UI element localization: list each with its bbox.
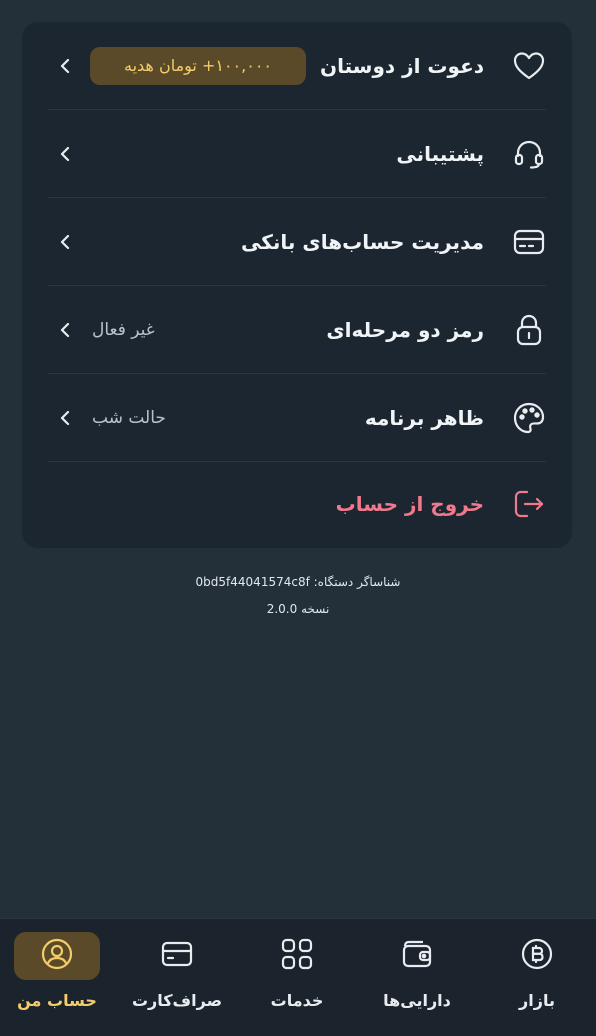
menu-item-label: ظاهر برنامه — [364, 405, 484, 430]
wallet-icon — [401, 940, 433, 972]
chevron-left-icon — [58, 146, 72, 161]
bottom-nav: حساب من صراف‌کارت — [0, 918, 596, 1036]
settings-card: دعوت از دوستان ۱۰۰,۰۰۰+ تومان هدیه پشتیب… — [22, 22, 572, 548]
nav-item-services[interactable]: خدمات — [242, 919, 352, 1019]
menu-item-label: مدیریت حساب‌های بانکی — [241, 229, 484, 254]
nav-label: صراف‌کارت — [131, 991, 223, 1010]
coin-icon — [521, 938, 553, 974]
nav-label: دارایی‌ها — [383, 991, 451, 1010]
user-circle-icon — [41, 938, 73, 974]
palette-icon — [512, 401, 546, 435]
menu-item-label: خروج از حساب — [335, 492, 484, 516]
card-icon — [161, 941, 193, 971]
menu-item-support[interactable]: پشتیبانی — [48, 110, 546, 198]
menu-item-label: پشتیبانی — [396, 141, 484, 166]
nav-item-market[interactable]: بازار — [482, 919, 592, 1019]
nav-item-saraf-card[interactable]: صراف‌کارت — [122, 919, 232, 1019]
nav-label: خدمات — [270, 991, 324, 1010]
app-version: نسخه 2.0.0 — [266, 602, 330, 616]
theme-value: حالت شب — [92, 407, 166, 428]
nav-icon-slot — [494, 932, 580, 980]
nav-icon-slot — [134, 932, 220, 980]
gift-badge: ۱۰۰,۰۰۰+ تومان هدیه — [90, 46, 306, 85]
nav-icon-slot — [374, 932, 460, 980]
account-page: دعوت از دوستان ۱۰۰,۰۰۰+ تومان هدیه پشتیب… — [0, 0, 596, 1036]
headset-icon — [512, 137, 546, 171]
menu-item-appearance[interactable]: ظاهر برنامه حالت شب — [48, 374, 546, 462]
nav-icon-slot — [254, 932, 340, 980]
chevron-left-icon — [58, 58, 72, 73]
nav-item-assets[interactable]: دارایی‌ها — [362, 919, 472, 1019]
two-factor-status: غیر فعال — [92, 319, 155, 340]
menu-item-invite[interactable]: دعوت از دوستان ۱۰۰,۰۰۰+ تومان هدیه — [48, 22, 546, 110]
nav-label: بازار — [519, 991, 555, 1010]
logout-icon — [512, 487, 546, 521]
chevron-left-icon — [58, 234, 72, 249]
menu-item-two-factor[interactable]: رمز دو مرحله‌ای غیر فعال — [48, 286, 546, 374]
nav-item-my-account[interactable]: حساب من — [2, 919, 112, 1019]
menu-item-label: دعوت از دوستان — [320, 53, 484, 78]
card-icon — [512, 225, 546, 259]
device-id: شناساگر دستگاه: 0bd5f44041574c8f — [195, 575, 401, 589]
lock-icon — [512, 313, 546, 347]
menu-item-bank-accounts[interactable]: مدیریت حساب‌های بانکی — [48, 198, 546, 286]
heart-icon — [512, 49, 546, 83]
chevron-left-icon — [58, 410, 72, 425]
chevron-left-icon — [58, 322, 72, 337]
nav-icon-highlight — [14, 932, 100, 980]
menu-item-logout[interactable]: خروج از حساب — [48, 462, 546, 546]
grid-icon — [281, 938, 313, 974]
menu-item-label: رمز دو مرحله‌ای — [326, 317, 484, 342]
nav-label: حساب من — [17, 991, 97, 1010]
